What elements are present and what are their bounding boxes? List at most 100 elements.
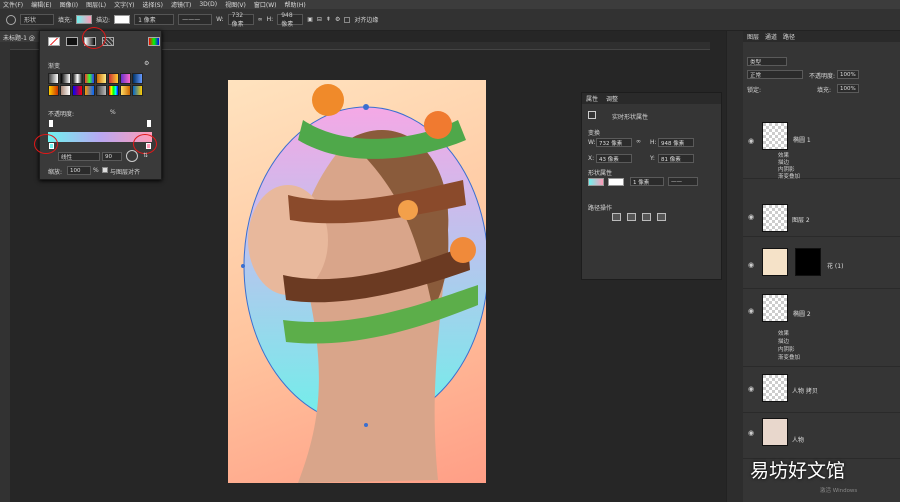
menu-help[interactable]: 帮助(H)	[285, 0, 306, 9]
ellipse-tool-icon[interactable]	[6, 14, 16, 25]
tab-properties[interactable]: 属性	[586, 94, 598, 103]
menu-view[interactable]: 视图(V)	[225, 0, 246, 9]
gradient-swatch[interactable]	[96, 85, 107, 96]
layer-row[interactable]: ◉ 图层 2	[743, 201, 900, 237]
gradient-swatch[interactable]	[132, 73, 143, 84]
layer-mask-thumbnail[interactable]	[795, 248, 821, 276]
gradient-swatch[interactable]	[72, 73, 83, 84]
eye-icon[interactable]: ◉	[748, 385, 754, 393]
path-align-icon[interactable]: ⊟	[317, 16, 322, 23]
menu-layer[interactable]: 图层(L)	[86, 0, 106, 9]
blend-mode-select[interactable]: 正常	[747, 70, 803, 79]
fill-input[interactable]: 100%	[837, 84, 859, 93]
link-icon[interactable]: ∞	[636, 138, 641, 145]
width-input[interactable]: 732 像素	[596, 138, 632, 147]
layer-row[interactable]: ◉ 人物	[743, 415, 900, 459]
gradient-swatch[interactable]	[108, 85, 119, 96]
align-edges-checkbox[interactable]	[344, 16, 351, 23]
y-input[interactable]: 81 像素	[658, 154, 694, 163]
tab-paths[interactable]: 路径	[783, 32, 795, 41]
menu-type[interactable]: 文字(Y)	[114, 0, 134, 9]
gradient-swatch[interactable]	[120, 85, 131, 96]
angle-dial-icon[interactable]	[126, 150, 138, 162]
eye-icon[interactable]: ◉	[748, 307, 754, 315]
eye-icon[interactable]: ◉	[748, 261, 754, 269]
stroke-size-input[interactable]: 1 像素	[134, 14, 175, 25]
gradient-swatch[interactable]	[108, 73, 119, 84]
layer-row[interactable]: ◉ 椭圆 2 效果 描边 内阴影 渐变叠加	[743, 291, 900, 367]
gradient-swatch[interactable]	[60, 85, 71, 96]
layer-name[interactable]: 人物 拷贝	[792, 386, 818, 395]
menu-select[interactable]: 选择(S)	[142, 0, 163, 9]
fill-swatch[interactable]	[588, 178, 604, 186]
combine-icon[interactable]	[612, 213, 621, 221]
tab-layers[interactable]: 图层	[747, 32, 759, 41]
color-picker-icon[interactable]	[148, 37, 160, 46]
effect-inner-shadow[interactable]: 内阴影	[778, 345, 795, 353]
width-input[interactable]: 732 像素	[227, 12, 254, 28]
eye-icon[interactable]: ◉	[748, 213, 754, 221]
gradient-swatch[interactable]	[48, 73, 59, 84]
opacity-input[interactable]: 100%	[837, 70, 859, 79]
fill-swatch[interactable]	[76, 15, 93, 24]
gradient-swatch[interactable]	[132, 85, 143, 96]
gradient-swatch[interactable]	[120, 73, 131, 84]
solid-fill-icon[interactable]	[66, 37, 78, 46]
no-fill-icon[interactable]	[48, 37, 60, 46]
stroke-style-select[interactable]: ——	[668, 177, 698, 186]
effect-gradient-overlay[interactable]: 渐变叠加	[778, 353, 800, 361]
path-arrange-icon[interactable]: ⇞	[326, 16, 331, 23]
layer-name[interactable]: 图层 2	[792, 215, 810, 224]
gradient-swatch[interactable]	[84, 73, 95, 84]
reverse-icon[interactable]: ⇅	[143, 152, 148, 159]
menu-filter[interactable]: 滤镜(T)	[171, 0, 191, 9]
effect-gradient-overlay[interactable]: 渐变叠加	[778, 172, 800, 180]
exclude-icon[interactable]	[657, 213, 666, 221]
gradient-swatch[interactable]	[96, 73, 107, 84]
layer-name[interactable]: 椭圆 1	[793, 135, 811, 144]
stroke-swatch[interactable]	[608, 178, 624, 186]
document-tab[interactable]: 未标题-1 @	[0, 31, 42, 42]
gradient-swatch[interactable]	[84, 85, 95, 96]
layer-row[interactable]: ◉ 花 (1)	[743, 245, 900, 289]
align-layer-checkbox[interactable]	[102, 167, 108, 173]
eye-icon[interactable]: ◉	[748, 137, 754, 145]
menu-file[interactable]: 文件(F)	[3, 0, 23, 9]
x-input[interactable]: 43 像素	[596, 154, 632, 163]
layer-name[interactable]: 椭圆 2	[793, 309, 811, 318]
gradient-swatch[interactable]	[48, 85, 59, 96]
gradient-preset-grid[interactable]	[48, 73, 143, 96]
stroke-style-select[interactable]: ———	[178, 14, 213, 25]
height-input[interactable]: 948 像素	[658, 138, 694, 147]
tool-mode-select[interactable]: 形状	[20, 14, 54, 25]
opacity-stop-left[interactable]	[49, 120, 53, 127]
layer-row[interactable]: ◉ 椭圆 1 效果 描边 内阴影 渐变叠加	[743, 119, 900, 180]
link-icon[interactable]: ∞	[258, 16, 263, 23]
layer-name[interactable]: 花 (1)	[827, 261, 843, 270]
gear-icon[interactable]: ⚙	[335, 16, 340, 23]
gradient-swatch[interactable]	[72, 85, 83, 96]
scale-input[interactable]: 100	[67, 166, 91, 175]
subtract-icon[interactable]	[627, 213, 636, 221]
path-ops-icon[interactable]: ▣	[307, 16, 313, 23]
menu-window[interactable]: 窗口(W)	[254, 0, 277, 9]
stroke-size-input[interactable]: 1 像素	[630, 177, 664, 186]
canvas-artwork[interactable]	[228, 80, 486, 483]
stroke-swatch[interactable]	[114, 15, 131, 24]
tab-adjustments[interactable]: 调整	[606, 94, 618, 103]
menu-edit[interactable]: 编辑(E)	[31, 0, 51, 9]
eye-icon[interactable]: ◉	[748, 429, 754, 437]
gradient-type-select[interactable]: 线性	[58, 152, 100, 161]
menu-image[interactable]: 图像(I)	[60, 0, 78, 9]
intersect-icon[interactable]	[642, 213, 651, 221]
height-input[interactable]: 948 像素	[277, 12, 304, 28]
layer-row[interactable]: ◉ 人物 拷贝	[743, 371, 900, 413]
tab-channels[interactable]: 通道	[765, 32, 777, 41]
gear-icon[interactable]: ⚙	[144, 60, 149, 67]
angle-input[interactable]: 90	[102, 152, 122, 161]
layer-filter-select[interactable]: 类型	[747, 57, 787, 66]
effect-stroke[interactable]: 描边	[778, 337, 789, 345]
menu-3d[interactable]: 3D(D)	[199, 1, 217, 8]
gradient-swatch[interactable]	[60, 73, 71, 84]
layer-name[interactable]: 人物	[792, 435, 804, 444]
